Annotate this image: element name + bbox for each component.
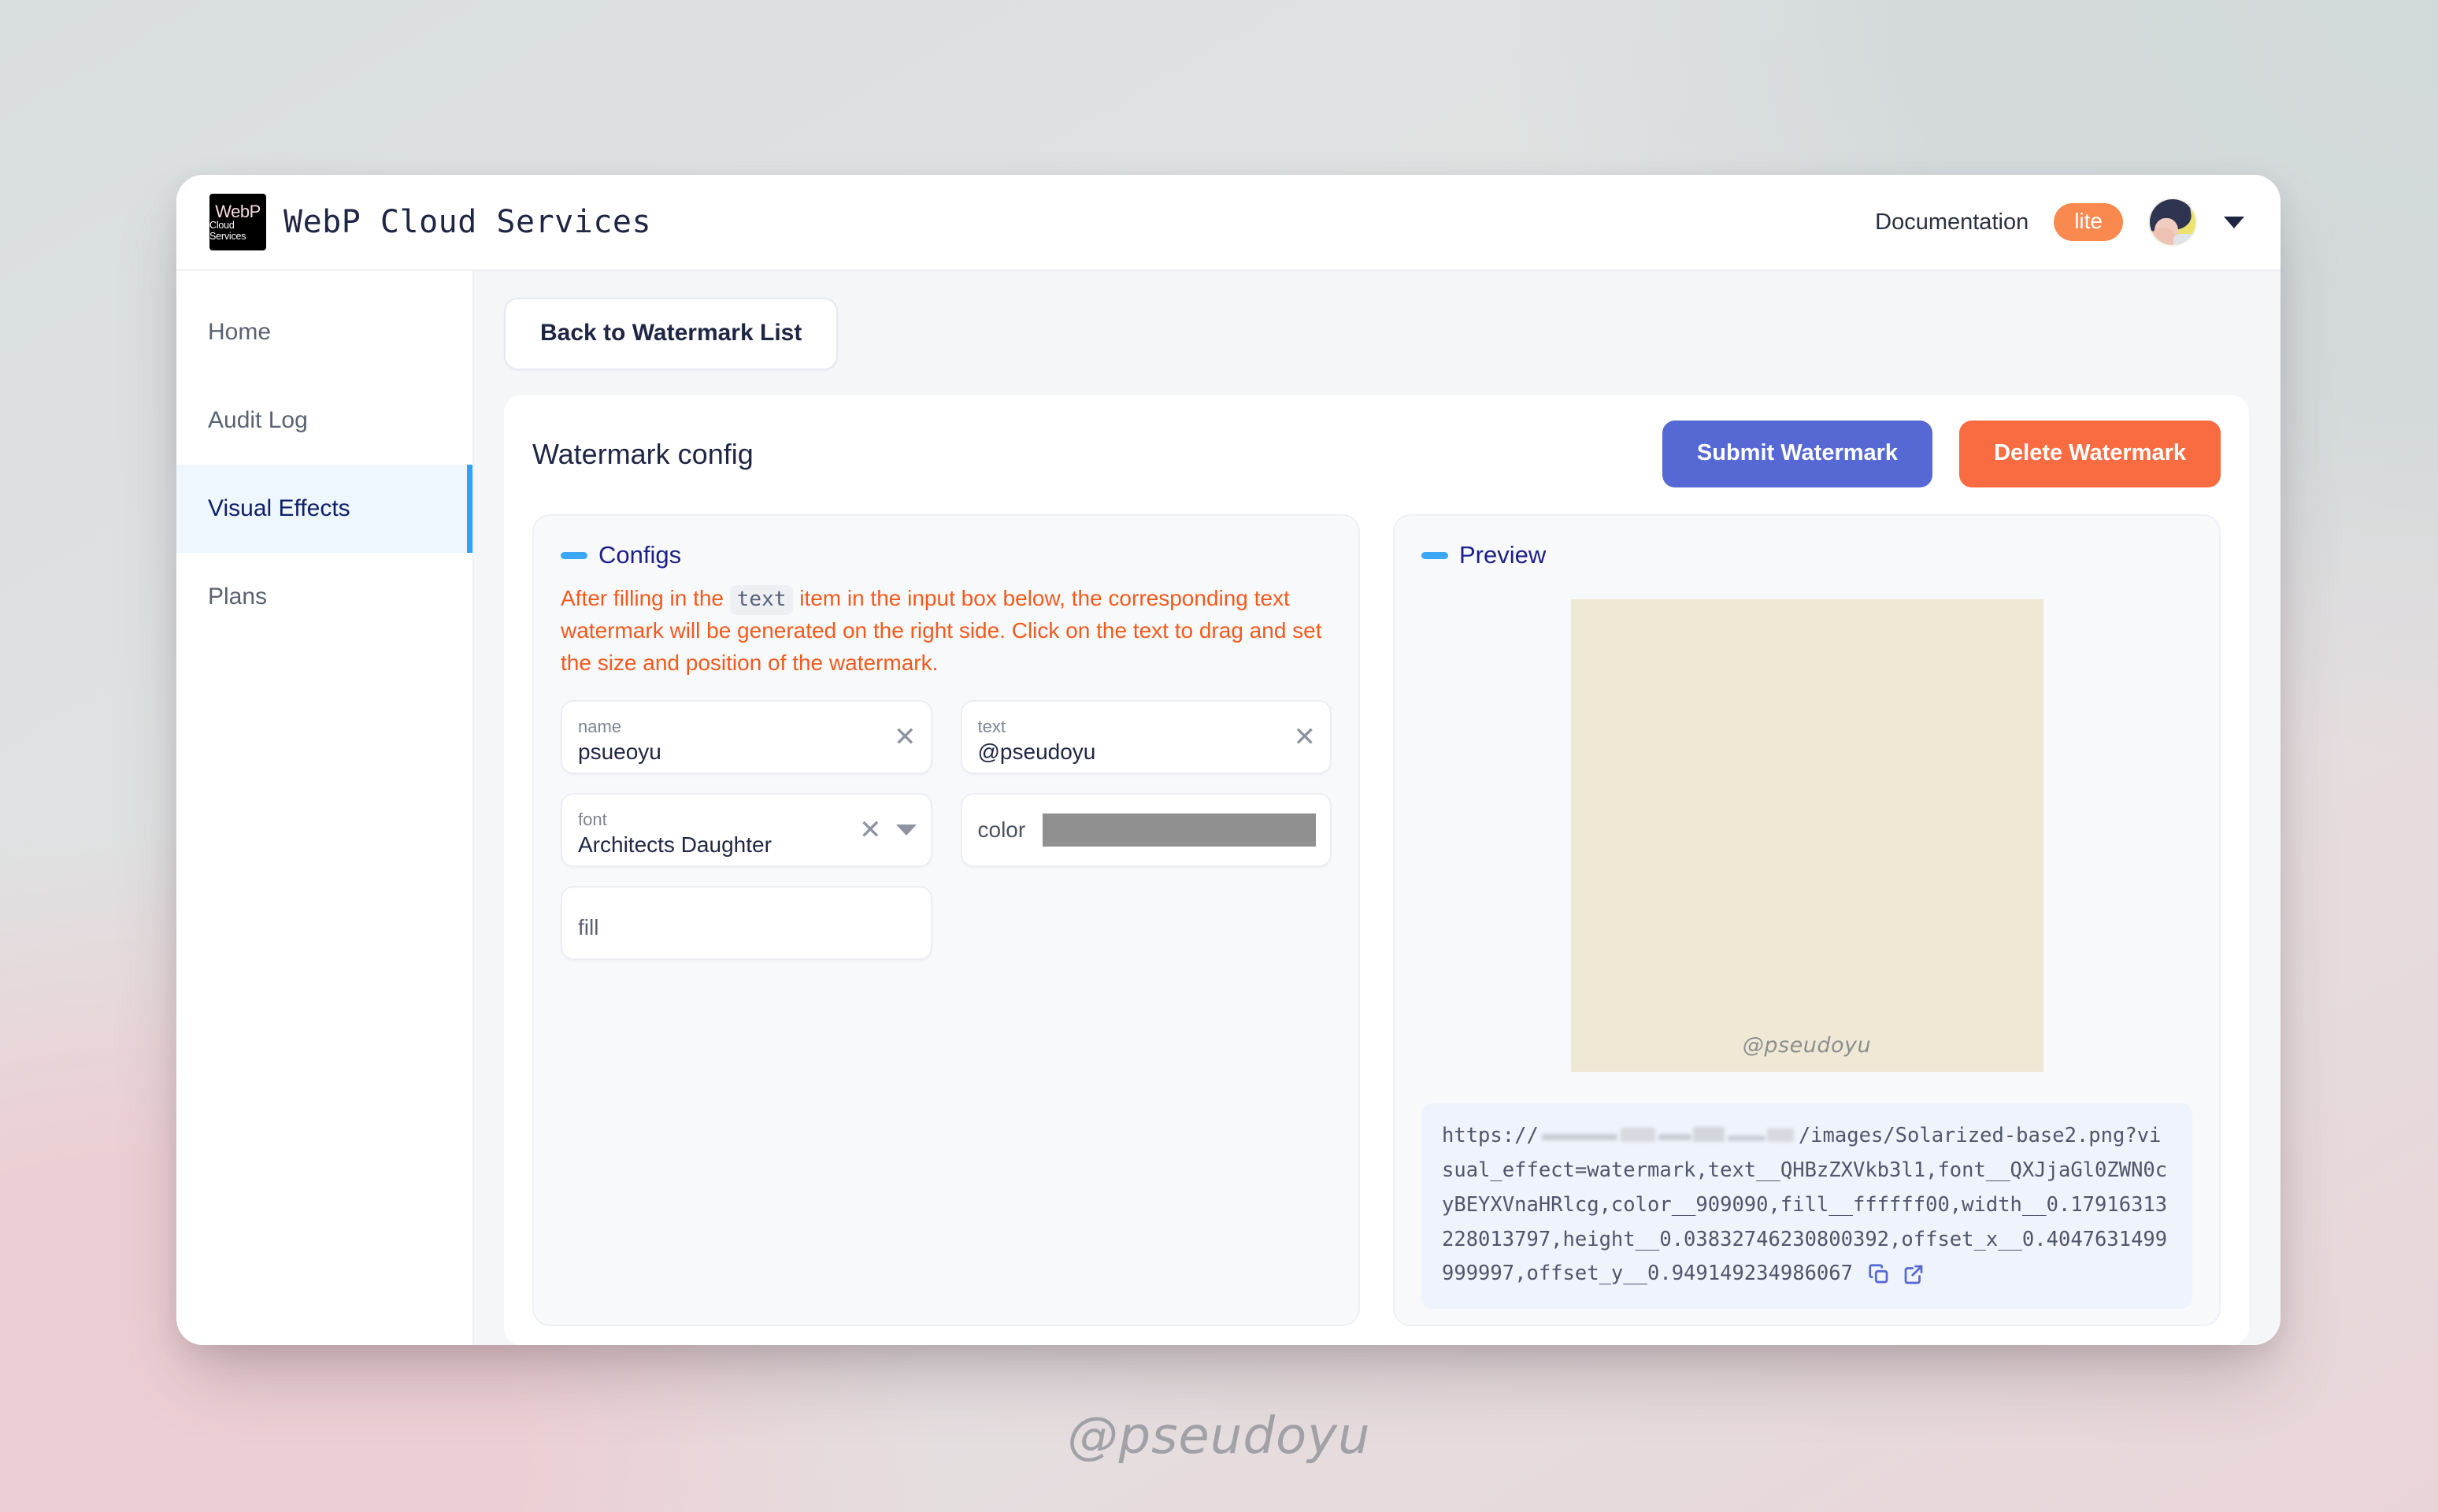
sidebar-item-label: Home (208, 319, 272, 345)
sidebar-item-label: Plans (208, 584, 268, 610)
name-field-label: name (578, 716, 622, 736)
generated-url-text[interactable]: https:///images/Solarized-base2.png?visu… (1442, 1124, 2167, 1285)
preview-panel-header: Preview (1421, 541, 2192, 569)
chevron-down-icon[interactable] (2224, 216, 2244, 228)
generated-url-box: https:///images/Solarized-base2.png?visu… (1421, 1103, 2192, 1310)
page-watermark: @pseudoyu (1067, 1407, 1371, 1466)
close-icon[interactable]: ✕ (894, 724, 917, 750)
submit-watermark-button[interactable]: Submit Watermark (1662, 421, 1933, 487)
url-action-icons (1867, 1262, 1925, 1286)
text-field-value: @pseudoyu (977, 739, 1096, 765)
plan-badge[interactable]: lite (2054, 203, 2123, 241)
name-field-value: psueoyu (578, 739, 661, 765)
documentation-link[interactable]: Documentation (1875, 209, 2029, 235)
configs-panel-header: Configs (561, 541, 1332, 569)
fill-field[interactable]: fill (561, 885, 932, 960)
close-icon[interactable]: ✕ (1294, 724, 1317, 750)
configs-panel-title: Configs (598, 541, 682, 569)
logo-line-2: Cloud Services (209, 220, 246, 242)
redacted-host (1539, 1125, 1799, 1145)
fill-field-placeholder: fill (578, 914, 599, 939)
card-action-buttons: Submit Watermark Delete Watermark (1662, 421, 2221, 487)
name-field-icons: ✕ (894, 724, 917, 750)
back-to-watermark-list-button[interactable]: Back to Watermark List (504, 298, 839, 370)
dash-marker-icon (561, 551, 587, 559)
watermark-config-card: Watermark config Submit Watermark Delete… (504, 395, 2249, 1345)
dash-marker-icon (1421, 551, 1448, 559)
brand-title: WebP Cloud Services (283, 204, 652, 240)
window-body: Home Audit Log Visual Effects Plans Back… (176, 271, 2281, 1345)
sidebar: Home Audit Log Visual Effects Plans (176, 271, 474, 1345)
preview-image-wrapper: @pseudoyu (1421, 599, 2192, 1072)
url-suffix: /images/Solarized-base2.png?visual_effec… (1442, 1124, 2168, 1286)
page-title: Watermark config (532, 437, 754, 470)
copy-icon[interactable] (1867, 1262, 1891, 1286)
hint-inline-code: text (729, 585, 794, 615)
text-field[interactable]: text @pseudoyu ✕ (960, 699, 1332, 774)
field-row-fill: fill (561, 885, 1332, 960)
sidebar-item-label: Visual Effects (208, 495, 350, 521)
field-row-font-color: font Architects Daughter ✕ color (561, 792, 1332, 867)
avatar-collar (2173, 234, 2195, 245)
color-field[interactable]: color (960, 792, 1332, 867)
brand[interactable]: WebP Cloud Services WebP Cloud Services (209, 194, 651, 250)
preview-watermark-text[interactable]: @pseudoyu (1743, 1033, 1871, 1058)
hint-text-before: After filling in the (561, 586, 724, 610)
logo-line-1: WebP (215, 202, 261, 222)
avatar[interactable] (2148, 198, 2197, 246)
text-field-label: text (977, 716, 1006, 736)
font-field-icons: ✕ (859, 817, 917, 843)
avatar-hand (2151, 228, 2175, 245)
sidebar-item-visual-effects[interactable]: Visual Effects (176, 465, 472, 553)
color-field-label: color (977, 817, 1026, 842)
font-field[interactable]: font Architects Daughter ✕ (561, 792, 932, 867)
text-field-icons: ✕ (1294, 724, 1317, 750)
external-link-icon[interactable] (1902, 1262, 1925, 1286)
card-header: Watermark config Submit Watermark Delete… (532, 421, 2221, 487)
configs-hint-text: After filling in the text item in the in… (561, 582, 1332, 680)
configs-panel: Configs After filling in the text item i… (532, 514, 1360, 1326)
color-swatch[interactable] (1043, 813, 1316, 847)
preview-panel-title: Preview (1459, 541, 1547, 569)
name-field[interactable]: name psueoyu ✕ (561, 699, 932, 774)
main-content: Back to Watermark List Watermark config … (474, 271, 2281, 1345)
url-prefix: https:// (1442, 1124, 1539, 1147)
sidebar-item-home[interactable]: Home (176, 288, 472, 376)
chevron-down-icon[interactable] (895, 824, 917, 836)
close-icon[interactable]: ✕ (859, 817, 882, 843)
sidebar-item-plans[interactable]: Plans (176, 553, 472, 641)
field-row-name-text: name psueoyu ✕ text @pseudoyu ✕ (561, 699, 1332, 774)
webp-cloud-services-logo: WebP Cloud Services (209, 194, 266, 250)
top-bar-right-group: Documentation lite (1875, 198, 2244, 246)
app-window: WebP Cloud Services WebP Cloud Services … (176, 175, 2281, 1345)
panels-row: Configs After filling in the text item i… (532, 514, 2221, 1345)
preview-image[interactable]: @pseudoyu (1570, 599, 2043, 1072)
top-navigation-bar: WebP Cloud Services WebP Cloud Services … (176, 175, 2281, 271)
sidebar-item-audit-log[interactable]: Audit Log (176, 376, 472, 465)
sidebar-item-label: Audit Log (208, 407, 308, 433)
delete-watermark-button[interactable]: Delete Watermark (1959, 421, 2221, 487)
preview-panel: Preview @pseudoyu https:///images/Solari… (1393, 514, 2221, 1326)
